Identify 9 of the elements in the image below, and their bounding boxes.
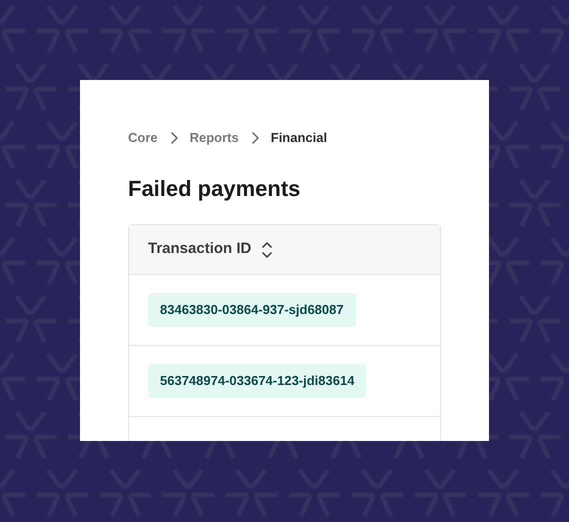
transaction-id-tag: 83463830-03864-937-sjd68087 bbox=[148, 293, 356, 327]
transaction-id-tag: 563748974-033674-123-jdi83614 bbox=[148, 364, 366, 398]
page-title: Failed payments bbox=[128, 175, 302, 203]
chevron-right-icon bbox=[170, 132, 178, 144]
column-header[interactable]: Transaction ID bbox=[148, 238, 274, 261]
breadcrumb-link[interactable]: Reports bbox=[190, 128, 239, 148]
breadcrumb-link[interactable]: Financial bbox=[270, 128, 328, 148]
breadcrumb-link[interactable]: Core bbox=[128, 128, 158, 148]
chevron-right-icon bbox=[250, 132, 259, 144]
